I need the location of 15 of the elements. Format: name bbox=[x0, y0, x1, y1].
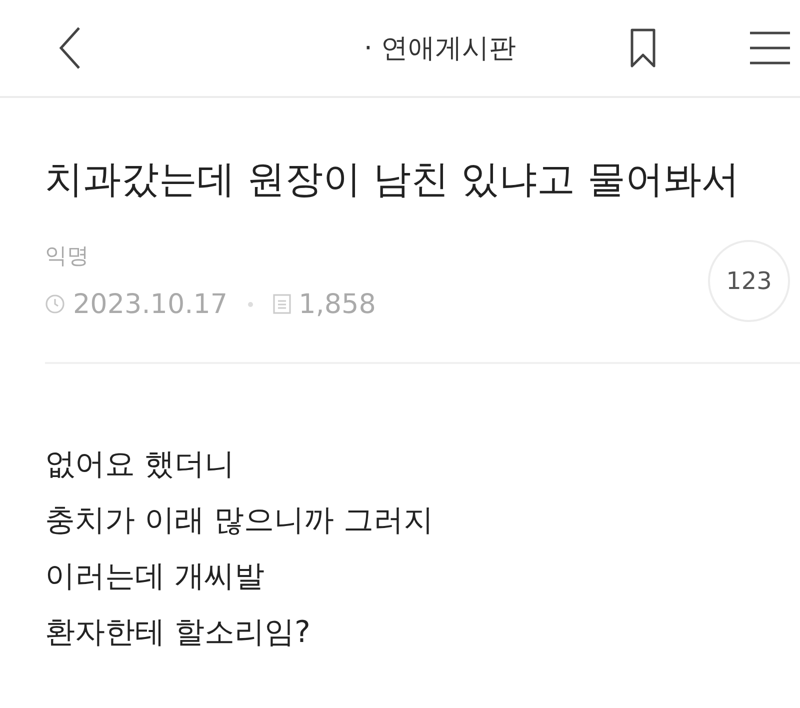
post-title: 치과갔는데 원장이 남친 있냐고 물어봐서 bbox=[45, 156, 740, 203]
body-text-line: 환자한테 할소리임? bbox=[45, 614, 310, 652]
clock-icon bbox=[45, 294, 65, 314]
post-date: 2023.10.17 bbox=[73, 290, 228, 318]
document-icon bbox=[272, 294, 291, 314]
bookmark-icon bbox=[630, 28, 656, 68]
back-icon bbox=[59, 26, 81, 70]
comment-count-button[interactable]: 123 bbox=[708, 240, 790, 322]
body-text-line: 충치가 이래 많으니까 그러지 bbox=[45, 502, 434, 540]
author-name: 익명 bbox=[45, 246, 89, 268]
menu-icon bbox=[750, 31, 790, 65]
board-title: · 연애게시판 bbox=[364, 34, 516, 62]
view-count: 1,858 bbox=[298, 290, 376, 318]
body-text-line: 이러는데 개씨발 bbox=[45, 558, 265, 596]
body-text-line: 없어요 했더니 bbox=[45, 446, 235, 484]
